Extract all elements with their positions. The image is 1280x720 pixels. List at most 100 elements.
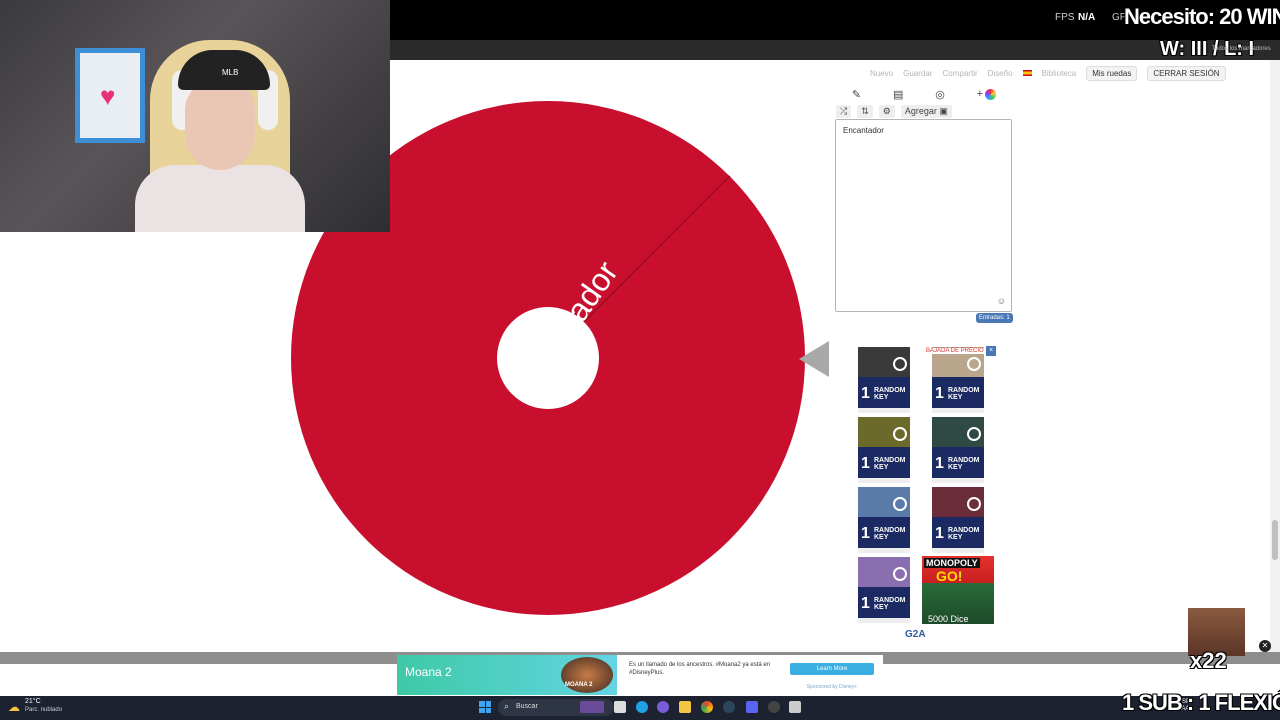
moana-ad-banner[interactable]: Moana 2 MOANA 2 Es un llamado de los anc… <box>397 655 883 695</box>
app-toolbar: Nuevo Guardar Compartir Diseño Bibliotec… <box>870 64 1226 82</box>
fps-value: N/A <box>1078 12 1096 23</box>
browser-tab-strip[interactable] <box>390 40 1280 60</box>
card-number: 1 <box>861 385 870 402</box>
card-number: 1 <box>861 455 870 472</box>
cap-logo: MLB <box>222 68 239 77</box>
steam-icon <box>893 497 907 511</box>
toolbar-share[interactable]: Compartir <box>942 69 977 78</box>
card-number: 1 <box>935 455 944 472</box>
add-image-label: Agregar <box>904 105 937 116</box>
meme-counter: x22 <box>1190 648 1227 673</box>
entries-count-badge: Entradas: 1 <box>976 313 1013 323</box>
card-text: RANDOM KEY <box>948 527 980 541</box>
steam-icon <box>893 567 907 581</box>
heart-icon: ♥ <box>100 81 116 111</box>
app-icon[interactable] <box>789 701 801 713</box>
ad-close-button[interactable]: × <box>986 346 996 356</box>
screen: Nuevo Guardar Compartir Diseño Bibliotec… <box>0 0 1280 720</box>
weather-temperature[interactable]: 21°C <box>25 698 41 705</box>
card-number: 1 <box>935 385 944 402</box>
wins-goal-overlay: Necesito: 20 WINS <box>1124 4 1280 29</box>
toolbar-new[interactable]: Nuevo <box>870 69 893 78</box>
card-number: 1 <box>861 525 870 542</box>
close-icon[interactable]: ✕ <box>1259 640 1271 652</box>
flag-spain-icon[interactable] <box>1022 70 1032 76</box>
taskbar-search-label: Buscar <box>516 703 538 710</box>
steam-icon <box>967 427 981 441</box>
toolbar-save[interactable]: Guardar <box>903 69 932 78</box>
random-key-card[interactable]: 1 RANDOM KEY <box>858 557 910 623</box>
chrome-icon[interactable] <box>701 701 713 713</box>
sort-icon[interactable]: ⇅ <box>857 104 873 118</box>
steam-icon <box>893 357 907 371</box>
g2a-logo[interactable]: G2A <box>905 629 926 640</box>
editor-actions: ⤮ ⇅ ⚙ Agregar ▣ <box>836 104 952 118</box>
obs-icon[interactable] <box>768 701 780 713</box>
learn-more-button[interactable]: Learn More <box>790 663 874 675</box>
hide-eye-icon[interactable]: ◎ <box>935 88 945 101</box>
logout-button[interactable]: CERRAR SESIÓN <box>1147 65 1226 81</box>
moana-ad-title: Moana 2 <box>405 665 452 679</box>
random-key-card[interactable]: 1 RANDOM KEY <box>932 417 984 483</box>
toolbar-library[interactable]: Biblioteca <box>1042 69 1077 78</box>
page-scrollbar[interactable] <box>1270 60 1280 652</box>
card-text: RANDOM KEY <box>948 457 980 471</box>
windows-start-icon[interactable] <box>479 701 491 713</box>
card-text: RANDOM KEY <box>874 387 906 401</box>
steam-icon <box>893 427 907 441</box>
moana-poster-label: MOANA 2 <box>565 682 593 688</box>
card-text: RANDOM KEY <box>874 527 906 541</box>
card-text: RANDOM KEY <box>874 457 906 471</box>
monopoly-title: MONOPOLY <box>924 558 980 568</box>
ad-panel[interactable]: 1 RANDOM KEY 1 RANDOM KEY 1 RANDOM KEY 1 RAN… <box>848 345 1000 645</box>
scrollbar-thumb[interactable] <box>1272 520 1278 560</box>
random-key-card[interactable]: 1 RANDOM KEY <box>858 347 910 413</box>
search-icon: ⌕ <box>504 701 510 711</box>
moana-ad-text: Es un llamado de los ancestros. #Moana2 … <box>629 662 771 676</box>
my-wheels-button[interactable]: Mis ruedas <box>1086 65 1138 81</box>
companion-cube-decoration: ♥ <box>75 48 145 143</box>
weather-description[interactable]: Parc. nublado <box>25 707 62 713</box>
random-key-card[interactable]: 1 RANDOM KEY <box>858 417 910 483</box>
clipboard-icon[interactable]: ▤ <box>893 88 903 101</box>
bookmarks-link[interactable]: Todos los marcadores <box>1212 46 1271 52</box>
sponsored-label: Sponsored by Disney+ <box>806 684 858 690</box>
fps-label: FPS <box>1055 12 1075 23</box>
random-key-card[interactable]: 1 RANDOM KEY <box>858 487 910 553</box>
entries-textarea[interactable]: Encantador ☺ <box>835 119 1012 312</box>
card-number: 1 <box>935 525 944 542</box>
editor-tabs: ✎ ▤ ◎ + <box>836 86 1012 102</box>
discord-icon[interactable] <box>746 701 758 713</box>
shuffle-icon[interactable]: ⤮ <box>836 104 852 118</box>
random-key-card[interactable]: 1 RANDOM KEY <box>932 487 984 553</box>
streamer-body <box>135 165 305 232</box>
steam-icon <box>967 357 981 371</box>
task-view-icon[interactable] <box>614 701 626 713</box>
settings-gear-icon[interactable]: ⚙ <box>878 104 895 118</box>
monopoly-dice-text: 5000 Dice <box>928 614 969 624</box>
card-text: RANDOM KEY <box>874 597 906 611</box>
weather-cloud-icon[interactable]: ☁ <box>8 700 20 714</box>
news-widget-icon[interactable] <box>580 701 604 713</box>
pencil-icon[interactable]: ✎ <box>852 88 861 101</box>
price-drop-badge: BAJADA DE PRECIO <box>924 348 986 354</box>
sub-goal-overlay: 1 SUB : 1 FLEXIÓN <box>1122 690 1280 715</box>
add-image-button[interactable]: Agregar ▣ <box>900 104 952 118</box>
streamer-face <box>185 80 255 170</box>
webcam-overlay: ♥ MLB <box>0 0 390 232</box>
monopoly-go-text: GO! <box>936 568 963 584</box>
file-explorer-icon[interactable] <box>679 701 691 713</box>
random-key-card[interactable]: 1 RANDOM KEY <box>932 347 984 413</box>
edge-icon[interactable] <box>636 701 648 713</box>
card-text: RANDOM KEY <box>948 387 980 401</box>
steam-icon[interactable] <box>723 701 735 713</box>
toolbar-design[interactable]: Diseño <box>988 69 1013 78</box>
moana-ad-header: Moana 2 MOANA 2 <box>397 655 617 695</box>
color-palette-icon[interactable]: + <box>977 88 997 100</box>
wheel-pointer <box>799 341 829 377</box>
copilot-icon[interactable] <box>657 701 669 713</box>
card-number: 1 <box>861 595 870 612</box>
windows-taskbar: ☁ 21°C Parc. nublado ⌕ Buscar ESP LAA <box>0 696 1280 720</box>
emoji-icon[interactable]: ☺ <box>997 296 1006 306</box>
monopoly-go-ad[interactable]: MONOPOLY GO! 5000 Dice <box>922 556 994 624</box>
